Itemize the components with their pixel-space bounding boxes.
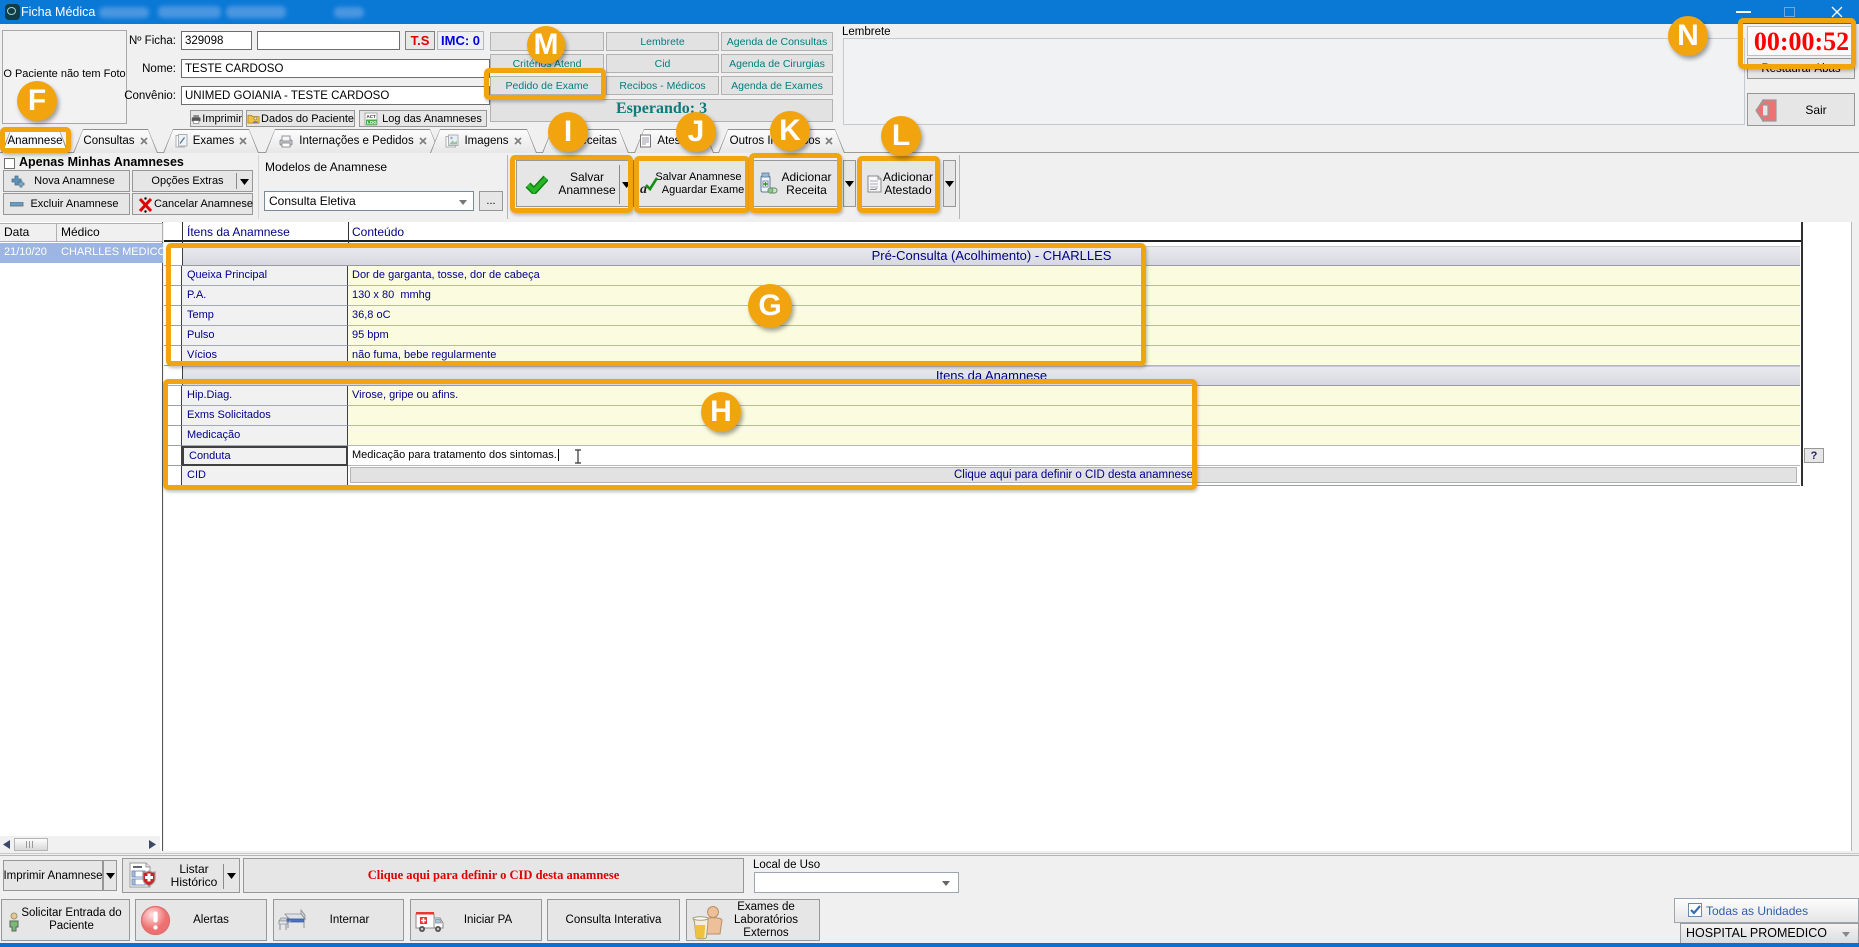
svg-text:LOG: LOG <box>367 119 377 124</box>
svg-text:ACT: ACT <box>367 114 376 119</box>
